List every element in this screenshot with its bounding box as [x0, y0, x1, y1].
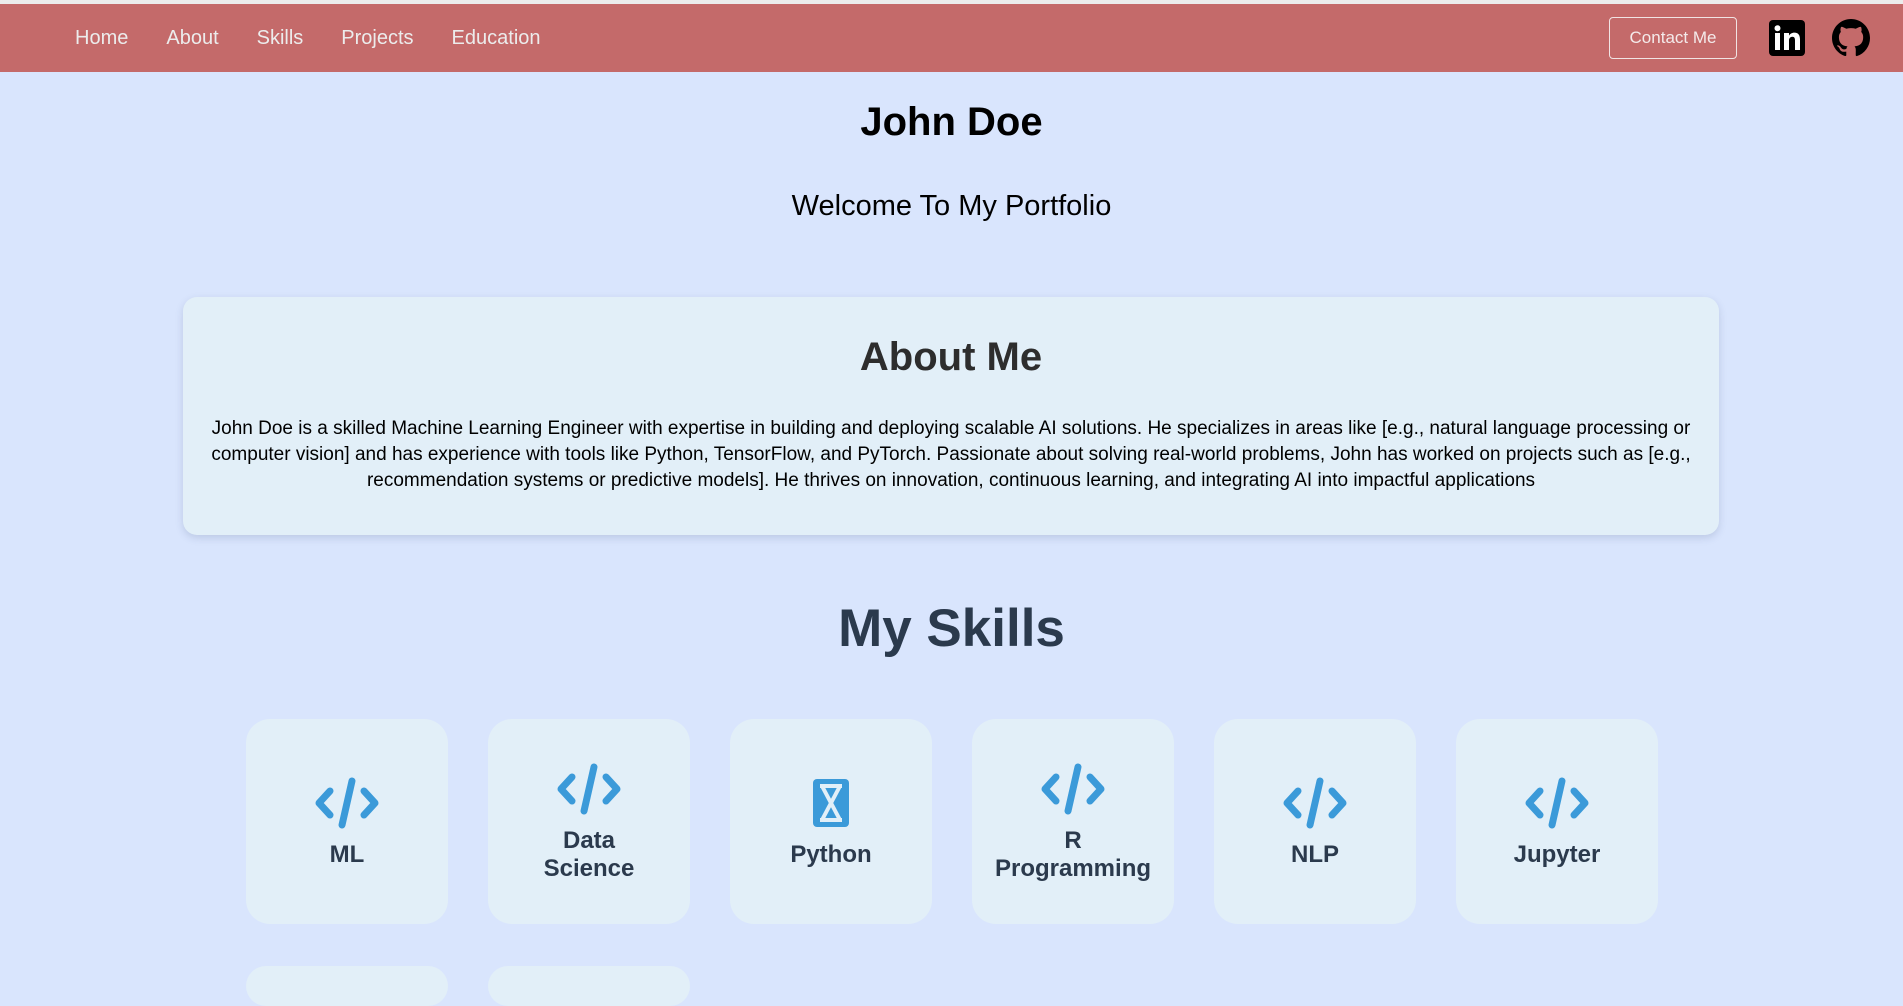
code-icon — [314, 775, 380, 831]
navbar: Home About Skills Projects Education Con… — [0, 4, 1903, 72]
skills-grid: ML Data Science Python R Programming NLP… — [246, 719, 1658, 924]
about-text: John Doe is a skilled Machine Learning E… — [211, 418, 1691, 491]
code-icon — [1040, 761, 1106, 817]
hero-name: John Doe — [860, 100, 1043, 144]
skill-card-python: Python — [730, 719, 932, 924]
skill-label: NLP — [1291, 840, 1339, 868]
github-icon[interactable] — [1831, 18, 1871, 58]
nav-link-home[interactable]: Home — [75, 27, 128, 50]
nav-link-projects[interactable]: Projects — [341, 27, 413, 50]
skill-card-partial — [246, 966, 448, 1006]
code-icon — [1524, 775, 1590, 831]
skill-label: Python — [790, 840, 872, 868]
contact-me-button[interactable]: Contact Me — [1609, 17, 1737, 59]
code-icon — [1282, 775, 1348, 831]
skill-label: Jupyter — [1513, 840, 1601, 868]
skill-card-r-programming: R Programming — [972, 719, 1174, 924]
code-icon — [556, 761, 622, 817]
nav-link-about[interactable]: About — [166, 27, 218, 50]
skills-title: My Skills — [838, 599, 1065, 658]
skills-grid-row-2 — [246, 966, 690, 1006]
skill-card-jupyter: Jupyter — [1456, 719, 1658, 924]
hourglass-icon — [798, 775, 864, 831]
about-title: About Me — [859, 335, 1043, 379]
skill-card-data-science: Data Science — [488, 719, 690, 924]
skill-label: Data Science — [543, 826, 635, 882]
nav-actions: Contact Me — [1609, 17, 1871, 59]
skill-label: R Programming — [994, 826, 1152, 882]
nav-link-education[interactable]: Education — [452, 27, 541, 50]
nav-links: Home About Skills Projects Education — [75, 27, 579, 50]
nav-link-skills[interactable]: Skills — [257, 27, 304, 50]
linkedin-icon[interactable] — [1767, 18, 1807, 58]
skill-card-ml: ML — [246, 719, 448, 924]
skill-label: ML — [329, 840, 365, 868]
about-section: About Me John Doe is a skilled Machine L… — [183, 297, 1719, 535]
skill-card-partial — [488, 966, 690, 1006]
hero-tagline: Welcome To My Portfolio — [791, 190, 1112, 222]
skill-card-nlp: NLP — [1214, 719, 1416, 924]
